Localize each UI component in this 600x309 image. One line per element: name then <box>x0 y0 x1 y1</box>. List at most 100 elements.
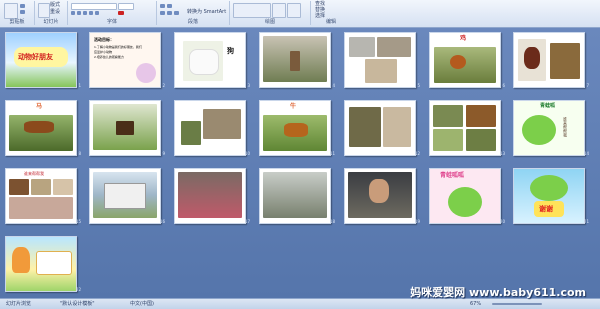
slide-8-label: 马 <box>36 103 43 110</box>
slide-8[interactable]: 马 <box>5 100 77 156</box>
cow-shape <box>284 123 308 137</box>
slide-8-number: 8 <box>78 151 81 156</box>
slide-15-title: 谁来帮帮我 <box>24 171 44 176</box>
zoom-label[interactable]: 67% <box>470 301 481 307</box>
slide-16-number: 16 <box>159 219 165 224</box>
slide-15[interactable]: 谁来帮帮我 <box>5 168 77 224</box>
copy-icon[interactable] <box>20 10 25 14</box>
house-shape <box>104 183 146 209</box>
bullets-icon[interactable] <box>160 4 165 8</box>
text-panel <box>36 251 72 275</box>
slide-12[interactable] <box>344 100 416 156</box>
zoom-slider[interactable] <box>492 303 542 305</box>
slide-5[interactable] <box>344 32 416 88</box>
slide-15-number: 15 <box>75 219 81 224</box>
slide-2-number: 2 <box>162 83 165 88</box>
animals-photo-3 <box>433 129 463 151</box>
arrange-button[interactable] <box>272 3 286 18</box>
bold-icon[interactable] <box>71 11 75 15</box>
quick-styles-button[interactable] <box>287 3 301 18</box>
boy-face <box>369 179 389 203</box>
slide-2-title: 活动目标： <box>94 37 114 42</box>
font-color-icon[interactable] <box>118 11 124 15</box>
slide-7[interactable] <box>513 32 585 88</box>
horse-shape <box>24 121 54 133</box>
slide-19[interactable] <box>344 168 416 224</box>
slide-20-title: 青蛙呱呱 <box>440 172 465 179</box>
font-size-field[interactable] <box>118 3 134 10</box>
mushroom-house <box>12 247 30 273</box>
slide-2[interactable]: 活动目标： 1.了解小动物是我们的好朋友，我们 应爱护小动物 2.培养幼儿的观察… <box>89 32 161 88</box>
slide-9-number: 9 <box>162 151 165 156</box>
underline-icon[interactable] <box>83 11 87 15</box>
slide-10[interactable] <box>174 100 246 156</box>
clipboard-label: 剪贴板 <box>9 19 25 25</box>
slide-3[interactable]: 狗 <box>174 32 246 88</box>
slide-22[interactable] <box>5 236 77 292</box>
farm-photo-2 <box>31 179 51 195</box>
frog-shape-3 <box>530 175 568 201</box>
slide-6[interactable]: 鸡 <box>429 32 501 88</box>
slide-17[interactable] <box>174 168 246 224</box>
new-slide-button[interactable] <box>38 3 50 18</box>
slide-1-title: 动物好朋友 <box>18 53 53 61</box>
slide-4-number: 4 <box>332 83 335 88</box>
dogs-photo-2 <box>377 37 411 57</box>
slide-21-title: 谢谢 <box>539 205 553 213</box>
cut-icon[interactable] <box>20 4 25 8</box>
slide-18-number: 18 <box>329 219 335 224</box>
slide-20[interactable]: 青蛙呱呱 <box>429 168 501 224</box>
align-right-icon[interactable] <box>174 11 179 15</box>
slide-11-number: 11 <box>329 151 335 156</box>
slide-4[interactable] <box>259 32 331 88</box>
clipboard-group: 剪贴板 <box>0 1 35 25</box>
italic-icon[interactable] <box>77 11 81 15</box>
reset-label[interactable]: 重设 <box>50 9 60 15</box>
watermark: 妈咪爱婴网 www.baby611.com <box>410 286 586 299</box>
slide-6-label: 鸡 <box>460 35 467 42</box>
slide-6-number: 6 <box>502 83 505 88</box>
numbering-icon[interactable] <box>167 4 172 8</box>
align-center-icon[interactable] <box>167 11 172 15</box>
align-left-icon[interactable] <box>160 11 165 15</box>
slide-7-number: 7 <box>586 83 589 88</box>
horse-photo-small <box>181 121 201 145</box>
convert-smartart-label[interactable]: 转换为 SmartArt <box>187 9 226 15</box>
cow-photo-2 <box>383 107 411 147</box>
slide-9[interactable] <box>89 100 161 156</box>
shapes-gallery[interactable] <box>233 3 271 18</box>
strike-icon[interactable] <box>89 11 93 15</box>
animals-photo-1 <box>433 105 463 127</box>
slide-22-number: 22 <box>75 287 81 292</box>
slide-11[interactable]: 牛 <box>259 100 331 156</box>
dog-figure <box>290 51 300 71</box>
slide-21[interactable]: 谢谢 <box>513 168 585 224</box>
dog-shape <box>189 49 219 75</box>
animals-photo-4 <box>466 129 496 151</box>
paste-button[interactable] <box>4 3 18 19</box>
cow-photo-1 <box>349 107 381 147</box>
slide-14-title: 青蛙呱 <box>540 103 556 109</box>
paragraph-group: 转换为 SmartArt 段落 <box>157 1 230 25</box>
slide-16[interactable] <box>89 168 161 224</box>
market-photo <box>178 172 242 218</box>
ribbon: 剪贴板 版式 重设 幻灯片 字体 转换为 SmartArt 段落 绘图 查找 替… <box>0 0 600 28</box>
editing-group: 查找 替换 选择 编辑 <box>311 1 351 25</box>
dogs-photo-1 <box>349 37 375 57</box>
slide-10-number: 10 <box>244 151 250 156</box>
font-name-field[interactable] <box>71 3 117 10</box>
slide-18[interactable] <box>259 168 331 224</box>
farm-photo-1 <box>9 179 29 195</box>
rooster-shape <box>524 47 540 69</box>
slide-14[interactable]: 青蛙呱 谁来帮帮我 <box>513 100 585 156</box>
editing-label: 编辑 <box>325 19 336 25</box>
font-group: 字体 <box>68 1 157 25</box>
rider-shape <box>116 121 134 135</box>
slide-sorter: 动物好朋友 1 活动目标： 1.了解小动物是我们的好朋友，我们 应爱护小动物 2… <box>0 28 600 298</box>
slide-1-number: 1 <box>78 83 81 88</box>
slide-13[interactable] <box>429 100 501 156</box>
hen-shape <box>450 55 466 69</box>
shadow-icon[interactable] <box>95 11 99 15</box>
slide-1[interactable]: 动物好朋友 <box>5 32 77 88</box>
layout-label[interactable]: 版式 <box>50 2 60 8</box>
